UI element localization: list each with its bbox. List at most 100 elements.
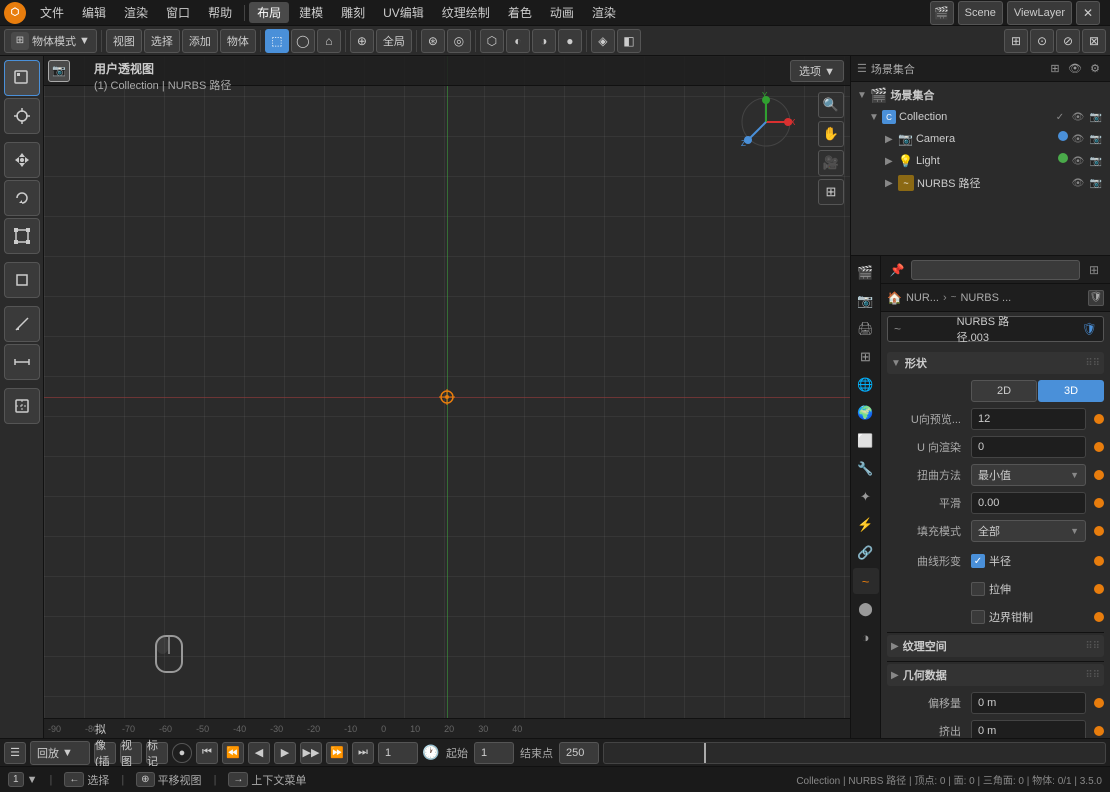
light-render-icon[interactable]: 📷: [1088, 153, 1104, 169]
stretch-dot[interactable]: [1094, 584, 1104, 594]
bound-clamp-dot[interactable]: [1094, 612, 1104, 622]
cursor-tool[interactable]: [4, 98, 40, 134]
marker-btn[interactable]: 标记: [146, 742, 168, 764]
skip-start-btn[interactable]: ⏮: [196, 742, 218, 764]
filter-icon[interactable]: ⊠: [1082, 29, 1106, 53]
nurbs-outliner-item[interactable]: ▶ ~ NURBS 路径 👁 📷: [851, 172, 1110, 194]
transform-orientation[interactable]: 全局: [376, 29, 412, 53]
end-frame-field[interactable]: 250: [559, 742, 599, 764]
view-menu-btn[interactable]: 视图: [106, 29, 142, 53]
snap-icon[interactable]: ⊘: [1056, 29, 1080, 53]
add-menu-btn[interactable]: 添加: [182, 29, 218, 53]
start-frame-field[interactable]: 1: [474, 742, 514, 764]
menu-render[interactable]: 渲染: [116, 2, 156, 23]
select-box-btn[interactable]: ⬚: [265, 29, 289, 53]
smooth-value[interactable]: 0.00: [971, 492, 1086, 514]
select-menu-btn[interactable]: 选择: [144, 29, 180, 53]
u-render-dot[interactable]: [1094, 442, 1104, 452]
play-btn[interactable]: ▶: [274, 742, 296, 764]
overlay-btn[interactable]: ◈: [591, 29, 615, 53]
workspace-tab-uv[interactable]: UV编辑: [375, 2, 432, 23]
transform-pivot[interactable]: ⊙: [1030, 29, 1054, 53]
workspace-tab-modeling[interactable]: 建模: [291, 2, 331, 23]
props-tab-material[interactable]: ⬤: [853, 596, 879, 622]
props-tab-modifier[interactable]: 🔧: [853, 456, 879, 482]
props-search-input[interactable]: [911, 260, 1080, 280]
props-pin-icon[interactable]: 📌: [887, 260, 907, 280]
timeline-track[interactable]: [603, 742, 1106, 764]
menu-window[interactable]: 窗口: [158, 2, 198, 23]
viewport[interactable]: 📷 用户透视图 (1) Collection | NURBS 路径 选项 ▼ X: [44, 56, 850, 738]
wireframe-shading[interactable]: ⬡: [480, 29, 504, 53]
half-radius-checkbox[interactable]: ✓: [971, 554, 985, 568]
select-lasso-btn[interactable]: ⌂: [317, 29, 341, 53]
select-circle-btn[interactable]: ◯: [291, 29, 315, 53]
next-keyframe-btn[interactable]: ⏩: [326, 742, 348, 764]
viewport-options-btn[interactable]: 选项 ▼: [790, 60, 844, 82]
proportional-edit-btn[interactable]: ◎: [447, 29, 471, 53]
measure-tool[interactable]: [4, 344, 40, 380]
props-tab-shading[interactable]: ◑: [853, 624, 879, 650]
mode-selector[interactable]: ⊞ 物体模式 ▼: [4, 29, 97, 53]
add-cube-tool[interactable]: [4, 388, 40, 424]
view-btn[interactable]: 视图: [120, 742, 142, 764]
solid-shading[interactable]: ◐: [506, 29, 530, 53]
props-tab-physics[interactable]: ⚡: [853, 512, 879, 538]
prev-keyframe-btn[interactable]: ⏪: [222, 742, 244, 764]
object-menu-btn[interactable]: 物体: [220, 29, 256, 53]
outliner-settings-icon[interactable]: ⚙: [1086, 60, 1104, 78]
select-tool[interactable]: [4, 60, 40, 96]
snap-btn[interactable]: ⊛: [421, 29, 445, 53]
viewlayer-selector[interactable]: ViewLayer: [1007, 1, 1072, 25]
shield-protect-icon[interactable]: 🛡: [1082, 322, 1097, 336]
props-tab-viewlayer[interactable]: ⊞: [853, 344, 879, 370]
props-tab-data[interactable]: ~: [853, 568, 879, 594]
transform-tool[interactable]: [4, 262, 40, 298]
collection-eye-icon[interactable]: 👁: [1070, 109, 1086, 125]
playback-mode-btn[interactable]: 回放 ▼: [30, 741, 90, 765]
props-expand-icon[interactable]: ⊞: [1084, 260, 1104, 280]
geometry-data-section-header[interactable]: ▶ 几何数据 ⠿⠿: [887, 664, 1104, 686]
props-tab-scene[interactable]: 🎬: [853, 260, 879, 286]
stretch-checkbox[interactable]: [971, 582, 985, 596]
object-name-field[interactable]: ~ NURBS 路径.003 🛡: [887, 316, 1104, 342]
menu-edit[interactable]: 编辑: [74, 2, 114, 23]
workspace-tab-animation[interactable]: 动画: [542, 2, 582, 23]
offset-dot[interactable]: [1094, 698, 1104, 708]
scene-collection-root[interactable]: ▼ 🎬 场景集合: [851, 84, 1110, 106]
prev-frame-btn[interactable]: ◀: [248, 742, 270, 764]
scene-selector[interactable]: Scene: [958, 1, 1003, 25]
pan-btn[interactable]: ✋: [818, 121, 844, 147]
zoom-in-btn[interactable]: 🔍: [818, 92, 844, 118]
skip-end-btn[interactable]: ⏭: [352, 742, 374, 764]
workspace-tab-shading[interactable]: 着色: [500, 2, 540, 23]
interpolation-btn[interactable]: 拟像(插帧): [94, 742, 116, 764]
navigation-gizmo[interactable]: X Y Z: [736, 92, 796, 152]
outliner-eye-icon[interactable]: 👁: [1066, 60, 1084, 78]
outliner-filter-icon[interactable]: ⊞: [1046, 60, 1064, 78]
nurbs-eye-icon[interactable]: 👁: [1070, 175, 1086, 191]
props-tab-object[interactable]: ⬜: [853, 428, 879, 454]
smooth-dot[interactable]: [1094, 498, 1104, 508]
props-tab-output[interactable]: 🖨: [853, 316, 879, 342]
camera-eye-icon[interactable]: 👁: [1070, 131, 1086, 147]
timeline-record-btn[interactable]: ●: [172, 743, 192, 763]
workspace-tab-texture[interactable]: 纹理绘制: [434, 2, 498, 23]
xray-btn[interactable]: ◧: [617, 29, 641, 53]
u-preview-value[interactable]: 12: [971, 408, 1086, 430]
mode-2d-btn[interactable]: 2D: [971, 380, 1037, 402]
rotate-tool[interactable]: [4, 180, 40, 216]
close-window-icon[interactable]: ✕: [1076, 1, 1100, 25]
texture-space-section-header[interactable]: ▶ 纹理空间 ⠿⠿: [887, 635, 1104, 657]
grid-btn[interactable]: ⊞: [818, 179, 844, 205]
viewport-camera-icon[interactable]: 📷: [48, 60, 70, 82]
props-tab-constraints[interactable]: 🔗: [853, 540, 879, 566]
breadcrumb-shield-icon[interactable]: 🛡: [1088, 290, 1104, 306]
fill-dot[interactable]: [1094, 526, 1104, 536]
props-tab-render[interactable]: 📷: [853, 288, 879, 314]
extrude-value[interactable]: 0 m: [971, 720, 1086, 738]
extrude-dot[interactable]: [1094, 726, 1104, 736]
camera-render-icon[interactable]: 📷: [1088, 131, 1104, 147]
workspace-tab-sculpt[interactable]: 雕刻: [333, 2, 373, 23]
rendered-shading[interactable]: ●: [558, 29, 582, 53]
